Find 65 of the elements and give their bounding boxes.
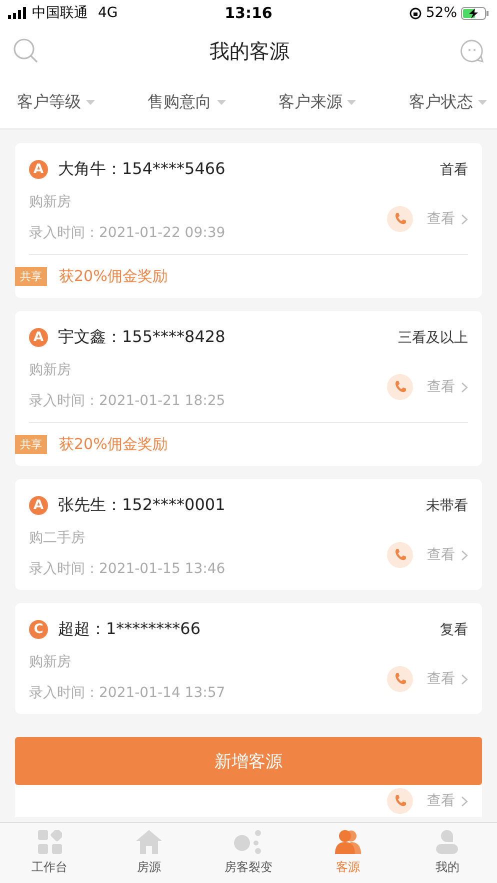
page-title: 我的客源 — [210, 38, 290, 64]
customer-name-phone: 张先生：152****0001 — [58, 495, 226, 516]
battery-percent: 52% — [426, 5, 457, 21]
phone-icon[interactable] — [387, 788, 413, 814]
clock-time: 13:16 — [224, 4, 272, 22]
visit-stage: 三看及以上 — [398, 328, 468, 346]
grade-badge: A — [29, 496, 48, 515]
phone-icon[interactable] — [387, 666, 413, 692]
entry-time: 录入时间：2021-01-15 13:46 — [29, 560, 226, 578]
purchase-intent: 购新房 — [29, 653, 72, 671]
chevron-right-icon — [461, 796, 468, 806]
carrier-name: 中国联通 — [32, 4, 88, 22]
reward-text: 获20%佣金奖励 — [59, 435, 168, 454]
entry-time: 录入时间：2021-01-21 18:25 — [29, 392, 226, 410]
purchase-intent: 购新房 — [29, 361, 72, 379]
visit-stage: 首看 — [440, 160, 468, 178]
filter-dropdown[interactable]: 客户状态 — [408, 92, 487, 112]
caret-icon — [347, 100, 356, 104]
customer-card[interactable]: A 大角牛：154****5466 首看 购新房 录入时间：2021-01-22 09:39 查看 共享 获20%佣金奖励 — [15, 143, 482, 298]
caret-icon — [216, 100, 226, 104]
signal-icon — [8, 7, 28, 19]
reward-text: 获20%佣金奖励 — [59, 267, 168, 286]
phone-icon[interactable] — [387, 542, 413, 568]
house-icon — [136, 830, 162, 854]
chevron-right-icon — [461, 382, 468, 392]
tab-item[interactable]: 我的 — [398, 823, 497, 883]
tab-item[interactable]: 房客裂变 — [198, 823, 298, 883]
customer-name-phone: 大角牛：154****5466 — [58, 159, 226, 180]
entry-time: 录入时间：2021-01-14 13:57 — [29, 684, 226, 702]
customer-card[interactable]: C 超超：1********66 复看 购新房 录入时间：2021-01-14 13:57 查看 — [15, 603, 482, 714]
network-type: 4G — [98, 5, 118, 21]
search-icon[interactable] — [13, 38, 39, 64]
grade-badge: C — [29, 620, 48, 639]
chevron-right-icon — [461, 550, 468, 560]
grade-badge: A — [29, 328, 48, 347]
tab-item[interactable]: 工作台 — [0, 823, 100, 883]
customer-name-phone: 宇文鑫：155****8428 — [58, 327, 226, 348]
share-tag: 共享 — [15, 267, 47, 286]
customer-name-phone: 超超：1********66 — [58, 619, 202, 640]
rotation-lock-icon — [408, 6, 422, 20]
chevron-right-icon — [461, 674, 468, 684]
chevron-right-icon — [461, 214, 468, 224]
share-tag: 共享 — [15, 435, 47, 454]
battery-charging-icon — [461, 6, 489, 20]
dots-icon — [234, 830, 264, 854]
person-icon — [436, 830, 458, 854]
visit-stage: 复看 — [440, 620, 468, 638]
purchase-intent: 购二手房 — [29, 529, 86, 547]
filter-dropdown[interactable]: 客户来源 — [278, 92, 356, 112]
grid-icon — [38, 830, 62, 854]
phone-icon[interactable] — [387, 374, 413, 400]
grade-badge: A — [29, 160, 48, 179]
entry-time: 录入时间：2021-01-22 09:39 — [29, 224, 226, 242]
purchase-intent: 购新房 — [29, 193, 72, 211]
filter-dropdown[interactable]: 售购意向 — [148, 92, 226, 112]
caret-icon — [478, 100, 487, 104]
filter-dropdown[interactable]: 客户等级 — [17, 92, 95, 112]
customer-card[interactable]: A 张先生：152****0001 未带看 购二手房 录入时间：2021-01-15 13:46 查看 — [15, 479, 482, 590]
visit-stage: 未带看 — [426, 496, 468, 514]
chat-bubble-icon[interactable] — [460, 39, 484, 63]
phone-icon[interactable] — [387, 206, 413, 232]
caret-icon — [86, 100, 95, 104]
people-icon — [334, 830, 361, 854]
customer-card[interactable]: A 宇文鑫：155****8428 三看及以上 购新房 录入时间：2021-01-21 18:25 查看 共享 获20%佣金奖励 — [15, 311, 482, 466]
tab-item[interactable]: 房源 — [99, 823, 199, 883]
